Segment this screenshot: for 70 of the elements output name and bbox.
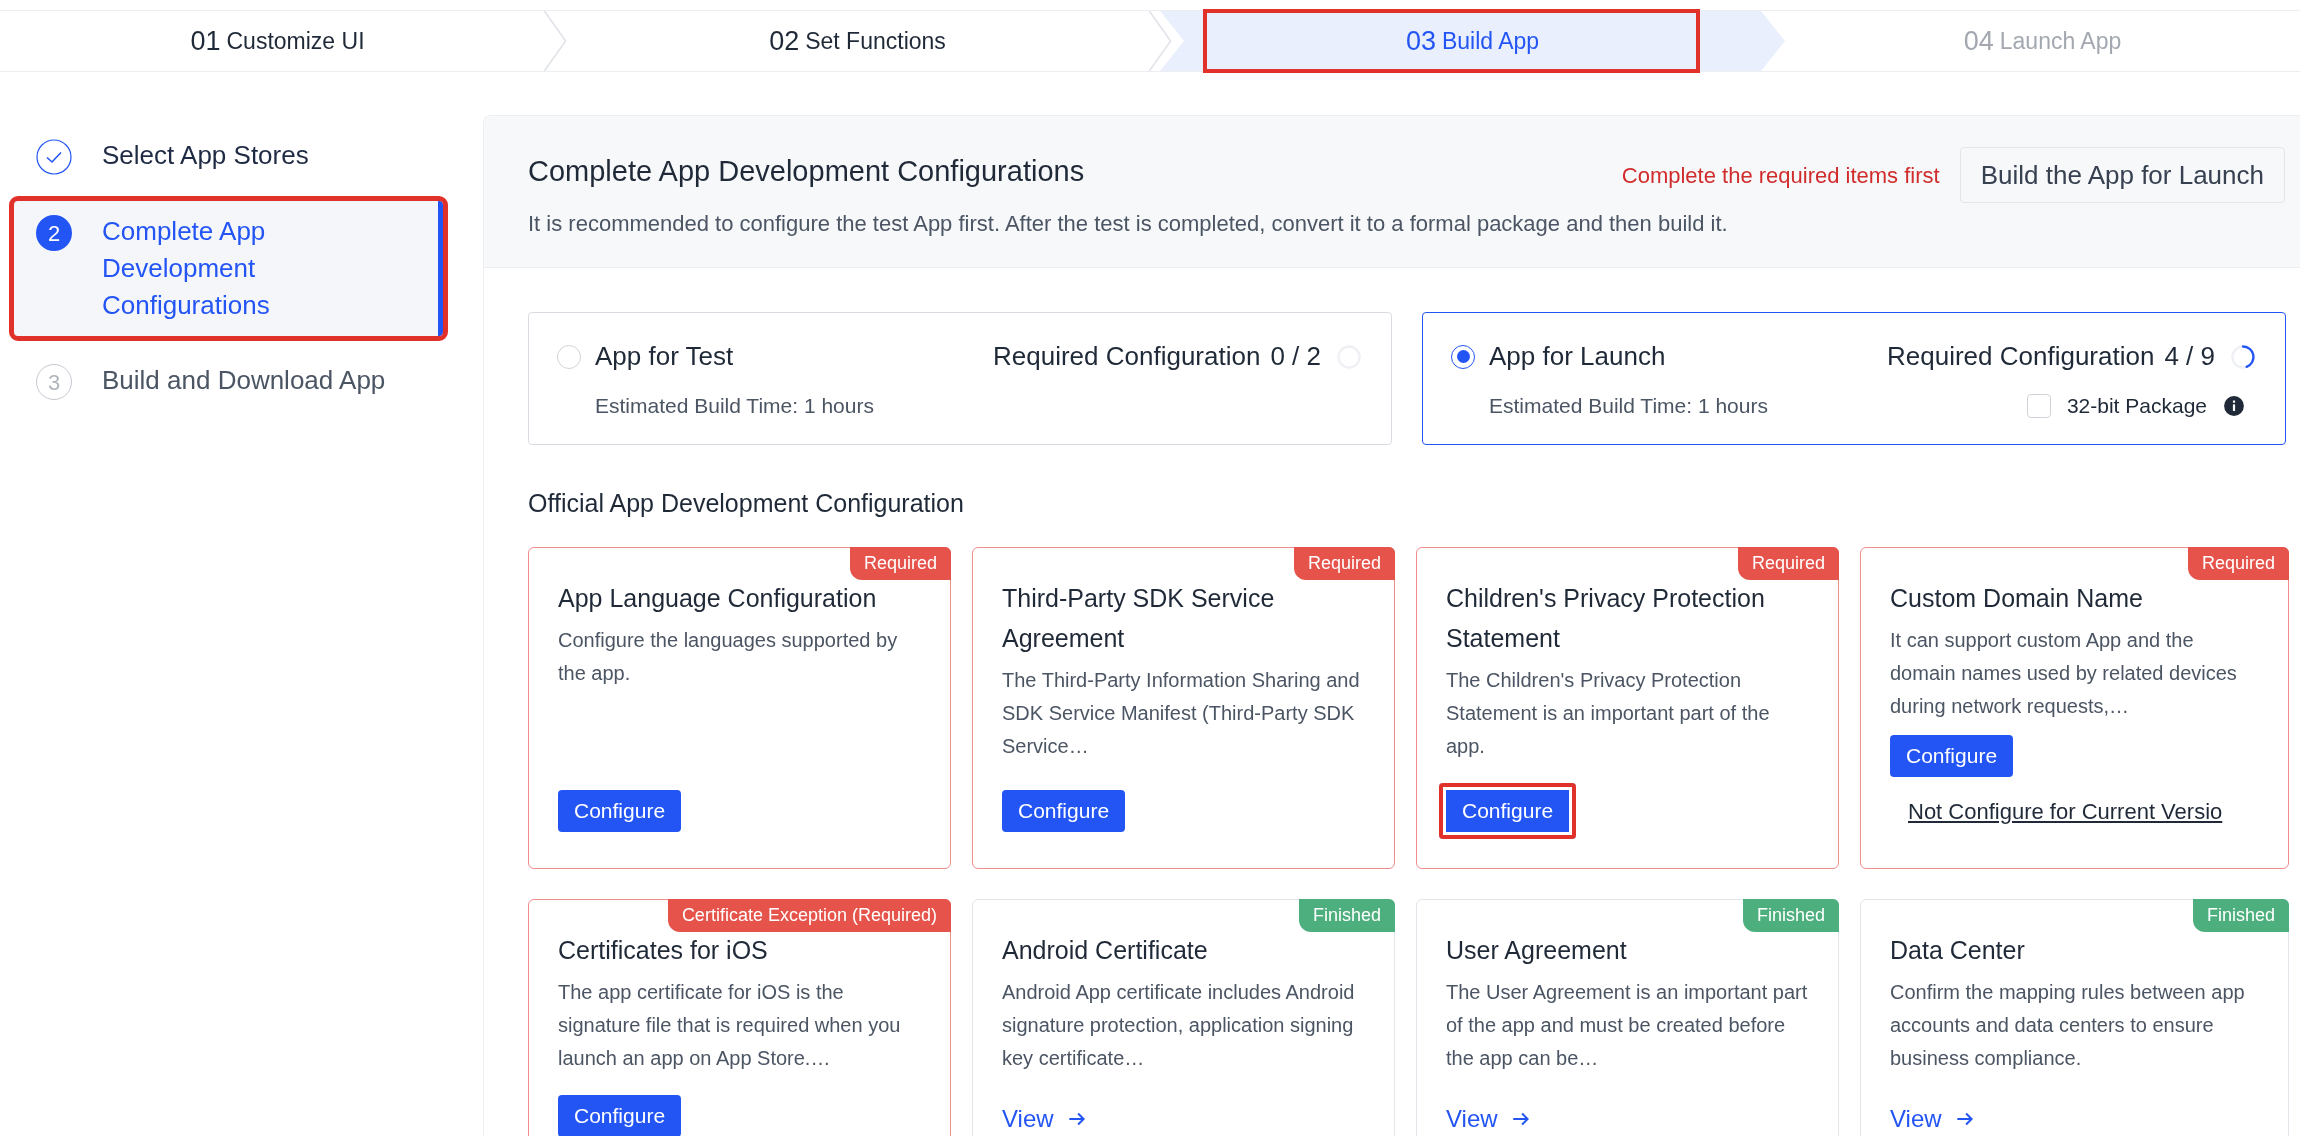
card-description: The User Agreement is an important part of the app and must be created before the app can be… xyxy=(1446,980,1809,1071)
step-marker: 2 xyxy=(36,215,72,251)
section-title: Official App Development Configuration xyxy=(528,488,965,519)
step-tab[interactable]: 03 Build App xyxy=(1160,11,1785,71)
text-link[interactable]: Not Configure for Current Versio xyxy=(1908,795,2259,828)
card-title: App Language Configuration xyxy=(558,583,878,614)
step-label: Set Functions xyxy=(805,26,946,56)
chevron-divider-icon xyxy=(1148,11,1172,71)
status-badge: Required xyxy=(2187,547,2289,580)
card-description: The Children's Privacy Protection Statement is an important part of the app. xyxy=(1446,668,1771,759)
status-badge: Required xyxy=(849,547,951,580)
required-count: 0 / 2 xyxy=(1270,340,1321,373)
configure-button[interactable]: Configure xyxy=(558,1095,682,1136)
status-badge: Finished xyxy=(2192,899,2289,932)
status-badge: Required xyxy=(1737,547,1839,580)
card-description: Confirm the mapping rules between app accounts and data centers to ensure business compliance. xyxy=(1890,980,2246,1071)
configure-button[interactable]: Configure xyxy=(1002,790,1126,832)
step-label: Customize UI xyxy=(226,26,365,56)
step-number: 01 xyxy=(190,24,221,58)
app-type-card[interactable]: App for Test Required Configuration 0 / 2 Estimated Build Time: 1 hours xyxy=(528,312,1392,445)
sidebar-label: Select App Stores xyxy=(102,139,309,172)
app-type-label: App for Launch xyxy=(1489,340,1666,373)
configure-button[interactable]: Configure xyxy=(558,790,682,832)
app-type-card[interactable]: App for Launch Required Configuration 4 / 9 Estimated Build Time: 1 hours 32-bit Package xyxy=(1422,312,2286,445)
view-link[interactable]: View xyxy=(1002,1101,1088,1136)
build-time: Estimated Build Time: 1 hours xyxy=(595,393,874,419)
view-link[interactable]: View xyxy=(1446,1101,1532,1136)
sidebar-label: Complete App Development Configurations xyxy=(102,215,271,322)
app-type-label: App for Test xyxy=(595,340,734,373)
status-badge: Finished xyxy=(1742,899,1839,932)
card-description: The app certificate for iOS is the signature file that is required when you launch an app on App Store.… xyxy=(558,980,902,1071)
card-title: Custom Domain Name xyxy=(1890,583,2144,614)
card-description: Configure the languages supported by the app. xyxy=(558,628,899,686)
card-title: Third-Party SDK Service Agreement xyxy=(1002,583,1276,654)
card-title: User Agreement xyxy=(1446,935,1628,966)
card-title: Children's Privacy Protection Statement xyxy=(1446,583,1766,654)
checkbox-label: 32-bit Package xyxy=(2066,393,2207,419)
warning-text: Complete the required items first xyxy=(1621,161,1940,190)
card-description: It can support custom App and the domain names used by related devices during network requests,… xyxy=(1890,628,2238,719)
card-description: The Third-Party Information Sharing and SDK Service Manifest (Third-Party SDK Service… xyxy=(1002,668,1361,759)
sidebar-item[interactable]: 3 Build and Download App xyxy=(14,350,443,412)
required-label: Required Configuration xyxy=(993,340,1261,373)
build-time: Estimated Build Time: 1 hours xyxy=(1489,393,1768,419)
step-label: Launch App xyxy=(1999,26,2122,56)
required-label: Required Configuration xyxy=(1887,340,2155,373)
checkbox[interactable] xyxy=(2026,393,2051,418)
card-title: Android Certificate xyxy=(1002,935,1209,966)
configure-button[interactable]: Configure xyxy=(1439,783,1577,839)
card-description: Android App certificate includes Android signature protection, application signing key certificate… xyxy=(1002,980,1356,1071)
card-title: Data Center xyxy=(1890,935,2026,966)
configure-button[interactable]: Configure xyxy=(1890,735,2014,777)
step-tab[interactable]: 01 Customize UI xyxy=(170,11,385,71)
sidebar-item[interactable]: Select App Stores xyxy=(14,125,443,187)
sidebar-label: Build and Download App xyxy=(102,364,386,397)
step-tab[interactable]: 02 Set Functions xyxy=(749,11,966,71)
page-subtitle: It is recommended to configure the test App first. After the test is completed, convert it to a formal package and then build it. xyxy=(528,210,1729,238)
info-icon xyxy=(2223,394,2245,417)
page-title: Complete App Development Configurations xyxy=(528,154,1085,189)
view-link[interactable]: View xyxy=(1890,1101,1976,1136)
card-title: Certificates for iOS xyxy=(558,935,769,966)
status-badge: Required xyxy=(1293,547,1395,580)
step-number: 03 xyxy=(1405,24,1436,58)
step-number: 04 xyxy=(1963,24,1994,58)
step-number: 02 xyxy=(769,24,800,58)
required-count: 4 / 9 xyxy=(2164,340,2215,373)
status-badge: Certificate Exception (Required) xyxy=(667,899,951,932)
build-button[interactable]: Build the App for Launch xyxy=(1959,147,2285,203)
chevron-divider-icon xyxy=(543,11,567,71)
step-label: Build App xyxy=(1441,26,1540,56)
status-badge: Finished xyxy=(1298,899,1395,932)
